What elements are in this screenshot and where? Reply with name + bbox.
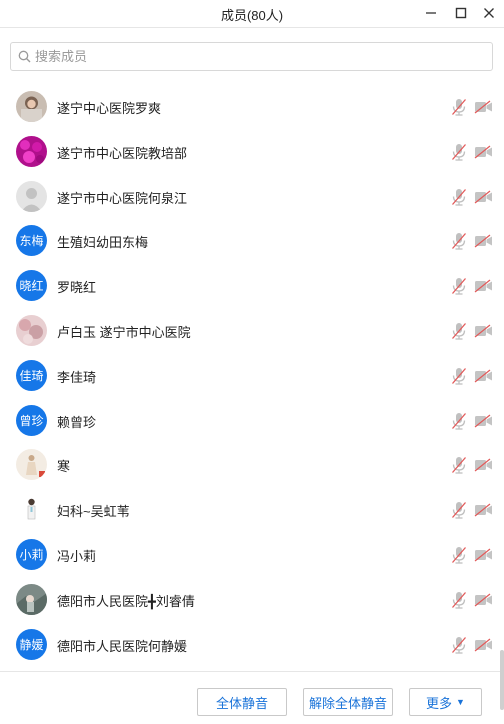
more-label: 更多 — [426, 695, 453, 711]
avatar — [16, 583, 47, 615]
search-box[interactable] — [10, 42, 493, 71]
member-row[interactable]: 东梅 生殖妇幼田东梅 — [0, 218, 504, 263]
mic-muted-icon[interactable] — [451, 188, 467, 206]
member-row[interactable]: 佳琦 李佳琦 — [0, 353, 504, 398]
camera-off-icon[interactable] — [474, 145, 493, 159]
member-name: 卢白玉 遂宁市中心医院 — [57, 324, 191, 340]
member-row[interactable]: 静媛 德阳市人民医院何静媛 — [0, 622, 504, 667]
mic-muted-icon[interactable] — [451, 277, 467, 295]
avatar — [16, 494, 47, 526]
member-name: 遂宁中心医院罗爽 — [57, 101, 162, 116]
mic-muted-icon[interactable] — [451, 546, 467, 564]
more-button[interactable]: 更多 ▼ — [409, 688, 482, 716]
mic-muted-icon[interactable] — [451, 412, 467, 430]
avatar: 小莉 — [16, 538, 47, 570]
mic-muted-icon[interactable] — [451, 143, 467, 161]
member-name: 生殖妇幼田东梅 — [57, 235, 149, 251]
member-name: 赖曾珍 — [57, 414, 97, 430]
maximize-button[interactable] — [449, 2, 473, 24]
camera-off-icon[interactable] — [474, 414, 493, 428]
camera-off-icon[interactable] — [474, 593, 493, 607]
mic-muted-icon[interactable] — [451, 98, 467, 116]
mic-muted-icon[interactable] — [451, 456, 467, 475]
member-row[interactable]: 曾珍 赖曾珍 — [0, 398, 504, 443]
camera-off-icon[interactable] — [474, 279, 493, 293]
scrollbar[interactable] — [500, 650, 504, 710]
member-name: 德阳市人民医院╋刘睿倩 — [57, 593, 195, 609]
avatar — [16, 314, 47, 346]
minimize-button[interactable] — [419, 2, 443, 24]
mic-muted-icon[interactable] — [451, 232, 467, 251]
member-list: 遂宁中心医院罗爽 遂宁市中心医院教培部 遂宁市中心医院何泉江 东梅 生殖妇幼田东梅 晓红罗… — [0, 84, 504, 671]
member-row[interactable]: 遂宁市中心医院何泉江 — [0, 174, 504, 219]
footer-bar: 全体静音 解除全体静音 更多 ▼ — [0, 671, 504, 724]
avatar — [16, 91, 47, 122]
avatar — [16, 135, 47, 167]
member-name: 李佳琦 — [57, 369, 97, 385]
member-name: 妇科~吴虹苇 — [57, 504, 130, 520]
member-name: 遂宁市中心医院何泉江 — [57, 190, 188, 206]
camera-off-icon[interactable] — [474, 458, 493, 472]
avatar — [16, 180, 47, 212]
member-name: 冯小莉 — [57, 548, 97, 564]
camera-off-icon[interactable] — [474, 369, 493, 383]
member-name: 遂宁市中心医院教培部 — [57, 145, 188, 161]
member-name: 寒 — [57, 459, 71, 475]
avatar: 东梅 — [16, 225, 47, 257]
mic-muted-icon[interactable] — [451, 322, 467, 340]
member-row[interactable]: 寒 — [0, 442, 504, 487]
member-row[interactable]: 德阳市人民医院╋刘睿倩 — [0, 577, 504, 622]
mic-muted-icon[interactable] — [451, 367, 467, 385]
camera-off-icon[interactable] — [474, 638, 493, 652]
member-row[interactable]: 遂宁市中心医院教培部 — [0, 129, 504, 174]
camera-off-icon[interactable] — [474, 548, 493, 562]
avatar: 晓红 — [16, 270, 47, 302]
member-name: 德阳市人民医院何静媛 — [57, 638, 188, 654]
avatar: 曾珍 — [16, 404, 47, 436]
member-name: 罗晓红 — [57, 280, 97, 296]
avatar: 佳琦 — [16, 359, 47, 391]
close-icon — [484, 8, 494, 18]
title-bar: 成员(80人) — [0, 0, 504, 28]
camera-off-icon[interactable] — [474, 503, 493, 517]
camera-off-icon[interactable] — [474, 324, 493, 338]
mic-muted-icon[interactable] — [451, 636, 467, 654]
caret-down-icon: ▼ — [456, 697, 465, 707]
mic-muted-icon[interactable] — [451, 501, 467, 519]
avatar — [16, 449, 47, 481]
member-row[interactable]: 晓红 罗晓红 — [0, 263, 504, 308]
member-row[interactable]: 小莉 冯小莉 — [0, 532, 504, 577]
avatar: 静媛 — [16, 628, 47, 660]
mic-muted-icon[interactable] — [451, 591, 467, 609]
unmute-all-button[interactable]: 解除全体静音 — [303, 688, 393, 716]
member-row[interactable]: 遂宁中心医院罗爽 — [0, 84, 504, 129]
close-button[interactable] — [477, 2, 501, 24]
camera-off-icon[interactable] — [474, 234, 493, 248]
camera-off-icon[interactable] — [474, 190, 493, 204]
member-row[interactable]: 卢白玉 遂宁市中心医院 — [0, 308, 504, 353]
maximize-icon — [455, 7, 467, 19]
mute-all-button[interactable]: 全体静音 — [197, 688, 287, 716]
search-input[interactable] — [35, 46, 475, 67]
member-row[interactable]: 妇科~吴虹苇 — [0, 487, 504, 532]
camera-off-icon[interactable] — [474, 100, 493, 114]
search-icon — [18, 50, 31, 63]
minimize-icon — [426, 12, 436, 14]
